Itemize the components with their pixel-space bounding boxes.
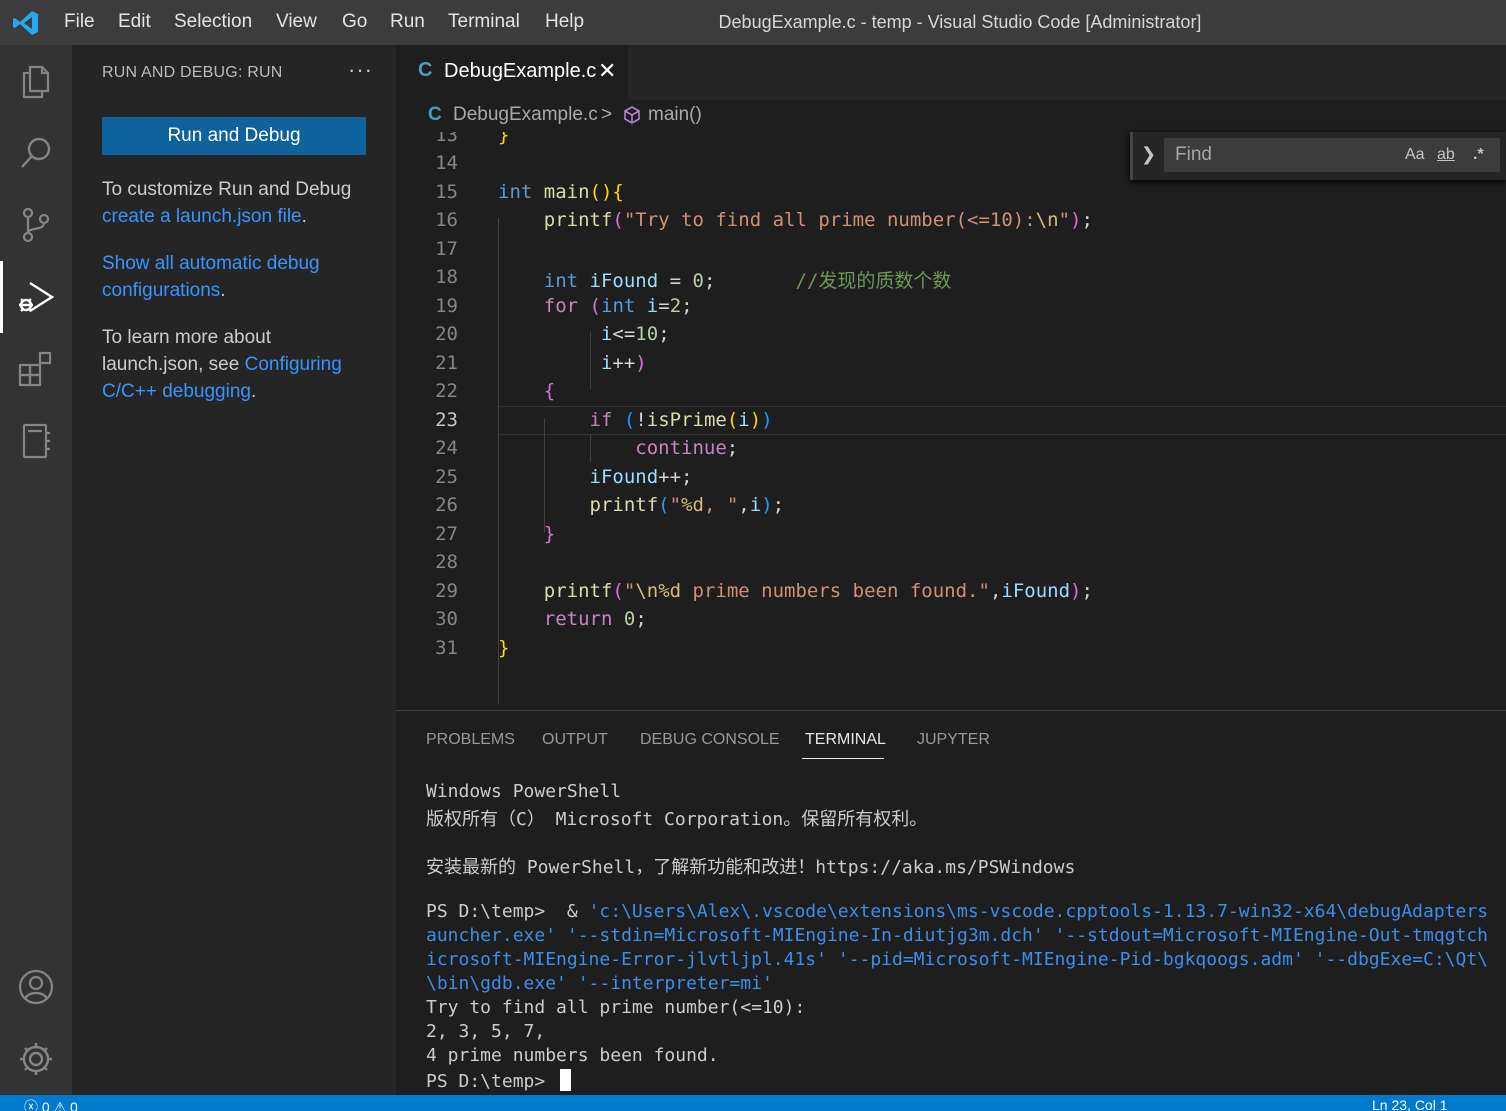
breadcrumb: C DebugExample.c > main()	[396, 100, 1506, 132]
tab-problems[interactable]: PROBLEMS	[426, 731, 515, 749]
c-file-icon: C	[428, 104, 442, 125]
period: .	[220, 280, 226, 301]
run-debug-icon[interactable]	[14, 275, 58, 319]
window-title: DebugExample.c - temp - Visual Studio Co…	[718, 12, 1202, 32]
line-number: 14	[435, 152, 458, 174]
cursor-position-status[interactable]: Ln 23, Col 1	[1372, 1097, 1448, 1111]
menu-run[interactable]: Run	[390, 11, 425, 33]
line-number: 24	[435, 437, 458, 459]
run-and-debug-button[interactable]: Run and Debug	[102, 117, 366, 155]
source-control-icon[interactable]	[14, 203, 58, 247]
code-editor[interactable]: 13} 14 15 int main(){ 16 printf("Try to f…	[396, 132, 1506, 710]
symbol-method-icon	[624, 106, 640, 124]
vscode-logo-icon	[13, 11, 38, 35]
chevron-right-icon: >	[601, 104, 613, 125]
terminal-command: 'c:\Users\Alex\.vscode\extensions\ms-vsc…	[588, 901, 1489, 922]
line-number: 19	[435, 295, 458, 317]
tab-terminal[interactable]: TERMINAL	[805, 731, 886, 749]
line-number: 16	[435, 209, 458, 231]
terminal-line: \bin\gdb.exe' '--interpreter=mi'	[426, 973, 773, 994]
terminal-line: 4 prime numbers been found.	[426, 1045, 719, 1066]
line-number: 22	[435, 380, 458, 402]
title-bar: File Edit Selection View Go Run Terminal…	[0, 0, 1506, 45]
line-number: 17	[435, 238, 458, 260]
terminal-line: auncher.exe' '--stdin=Microsoft-MIEngine…	[426, 925, 1488, 946]
tab-jupyter[interactable]: JUPYTER	[917, 731, 990, 749]
menu-edit[interactable]: Edit	[118, 11, 151, 33]
terminal-cursor	[560, 1069, 572, 1091]
terminal-line: PS D:\temp> & 'c:\Users\Alex\.vscode\ext…	[426, 901, 1488, 922]
account-icon[interactable]	[14, 965, 58, 1009]
customize-text: To customize Run and Debug	[102, 179, 352, 200]
run-debug-sidebar: RUN AND DEBUG: RUN ··· Run and Debug To …	[72, 45, 396, 1095]
menu-help[interactable]: Help	[545, 11, 584, 33]
code-comment: //发现的质数个数	[795, 270, 952, 292]
terminal-line: icrosoft-MIEngine-Error-jlvtljpl.41s' '-…	[426, 949, 1488, 970]
customize-paragraph: To customize Run and Debug create a laun…	[102, 176, 382, 230]
tab-output[interactable]: OUTPUT	[542, 731, 608, 749]
menu-terminal[interactable]: Terminal	[448, 11, 520, 33]
terminal-prompt: PS D:\temp> &	[426, 901, 589, 922]
problems-status[interactable]: ⓧ 0 ⚠ 0	[24, 1097, 78, 1111]
create-launch-json-link[interactable]: create a launch.json file	[102, 206, 302, 227]
period: .	[301, 206, 307, 227]
line-number: 15	[435, 181, 458, 203]
active-tab-underline	[802, 758, 884, 759]
match-case-icon[interactable]: Aa	[1405, 146, 1425, 164]
line-number: 13	[435, 132, 458, 146]
regex-icon[interactable]: .*	[1473, 146, 1484, 164]
settings-gear-icon[interactable]	[14, 1037, 58, 1081]
active-indicator	[0, 261, 3, 333]
editor-tab-bar: C DebugExample.c ✕	[396, 45, 1506, 100]
sidebar-title: RUN AND DEBUG: RUN	[102, 64, 283, 81]
learn-more-paragraph: To learn more about launch.json, see Con…	[102, 324, 362, 405]
line-number: 18	[435, 266, 458, 288]
more-actions-icon[interactable]: ···	[348, 57, 373, 83]
menu-file[interactable]: File	[64, 11, 95, 33]
c-file-icon: C	[418, 59, 433, 81]
line-number: 27	[435, 523, 458, 545]
find-widget: ❯ Aa ab .*	[1130, 132, 1506, 180]
close-icon[interactable]: ✕	[598, 58, 616, 84]
menu-go[interactable]: Go	[342, 11, 367, 33]
breadcrumb-symbol[interactable]: main()	[648, 104, 702, 126]
line-number: 23	[435, 409, 458, 431]
whole-word-icon[interactable]: ab	[1437, 146, 1455, 164]
search-icon[interactable]	[14, 131, 58, 175]
terminal-line: Try to find all prime number(<=10):	[426, 997, 806, 1018]
line-number: 28	[435, 551, 458, 573]
terminal-line: 安装最新的 PowerShell，了解新功能和改进！https://aka.ms…	[426, 857, 1076, 878]
line-number: 26	[435, 494, 458, 516]
show-automatic-debug-configs-link[interactable]: Show all automatic debug configurations	[102, 253, 320, 301]
breadcrumb-file[interactable]: DebugExample.c	[453, 104, 598, 126]
terminal-line: 版权所有（C） Microsoft Corporation。保留所有权利。	[426, 809, 928, 830]
line-number: 31	[435, 637, 458, 659]
line-number: 30	[435, 608, 458, 630]
tab-debugexample-c[interactable]: C DebugExample.c ✕	[396, 45, 628, 100]
tab-label: DebugExample.c	[444, 60, 597, 82]
period: .	[250, 381, 257, 402]
terminal-line: PS D:\temp>	[426, 1069, 572, 1092]
bottom-panel: PROBLEMS OUTPUT DEBUG CONSOLE TERMINAL J…	[396, 710, 1506, 1095]
activity-bar	[0, 45, 72, 1095]
extensions-icon[interactable]	[14, 347, 58, 391]
terminal-command: \bin\gdb.exe' '--interpreter=mi'	[426, 973, 773, 994]
terminal-command: icrosoft-MIEngine-Error-jlvtljpl.41s' '-…	[426, 949, 1489, 970]
menu-view[interactable]: View	[276, 11, 317, 33]
terminal-command: auncher.exe' '--stdin=Microsoft-MIEngine…	[426, 925, 1489, 946]
tab-debug-console[interactable]: DEBUG CONSOLE	[640, 731, 780, 749]
line-number: 20	[435, 323, 458, 345]
terminal-line: Windows PowerShell	[426, 781, 622, 802]
menu-selection[interactable]: Selection	[174, 11, 252, 33]
terminal-line: 2, 3, 5, 7,	[426, 1021, 546, 1042]
status-bar: ⓧ 0 ⚠ 0 Ln 23, Col 1	[0, 1095, 1506, 1111]
show-configs-paragraph: Show all automatic debug configurations.	[102, 250, 352, 304]
terminal-prompt: PS D:\temp>	[426, 1071, 557, 1092]
line-number: 25	[435, 466, 458, 488]
explorer-icon[interactable]	[14, 59, 58, 103]
line-number: 21	[435, 352, 458, 374]
notebook-icon[interactable]	[14, 419, 58, 463]
chevron-right-icon[interactable]: ❯	[1141, 144, 1156, 165]
line-number: 29	[435, 580, 458, 602]
